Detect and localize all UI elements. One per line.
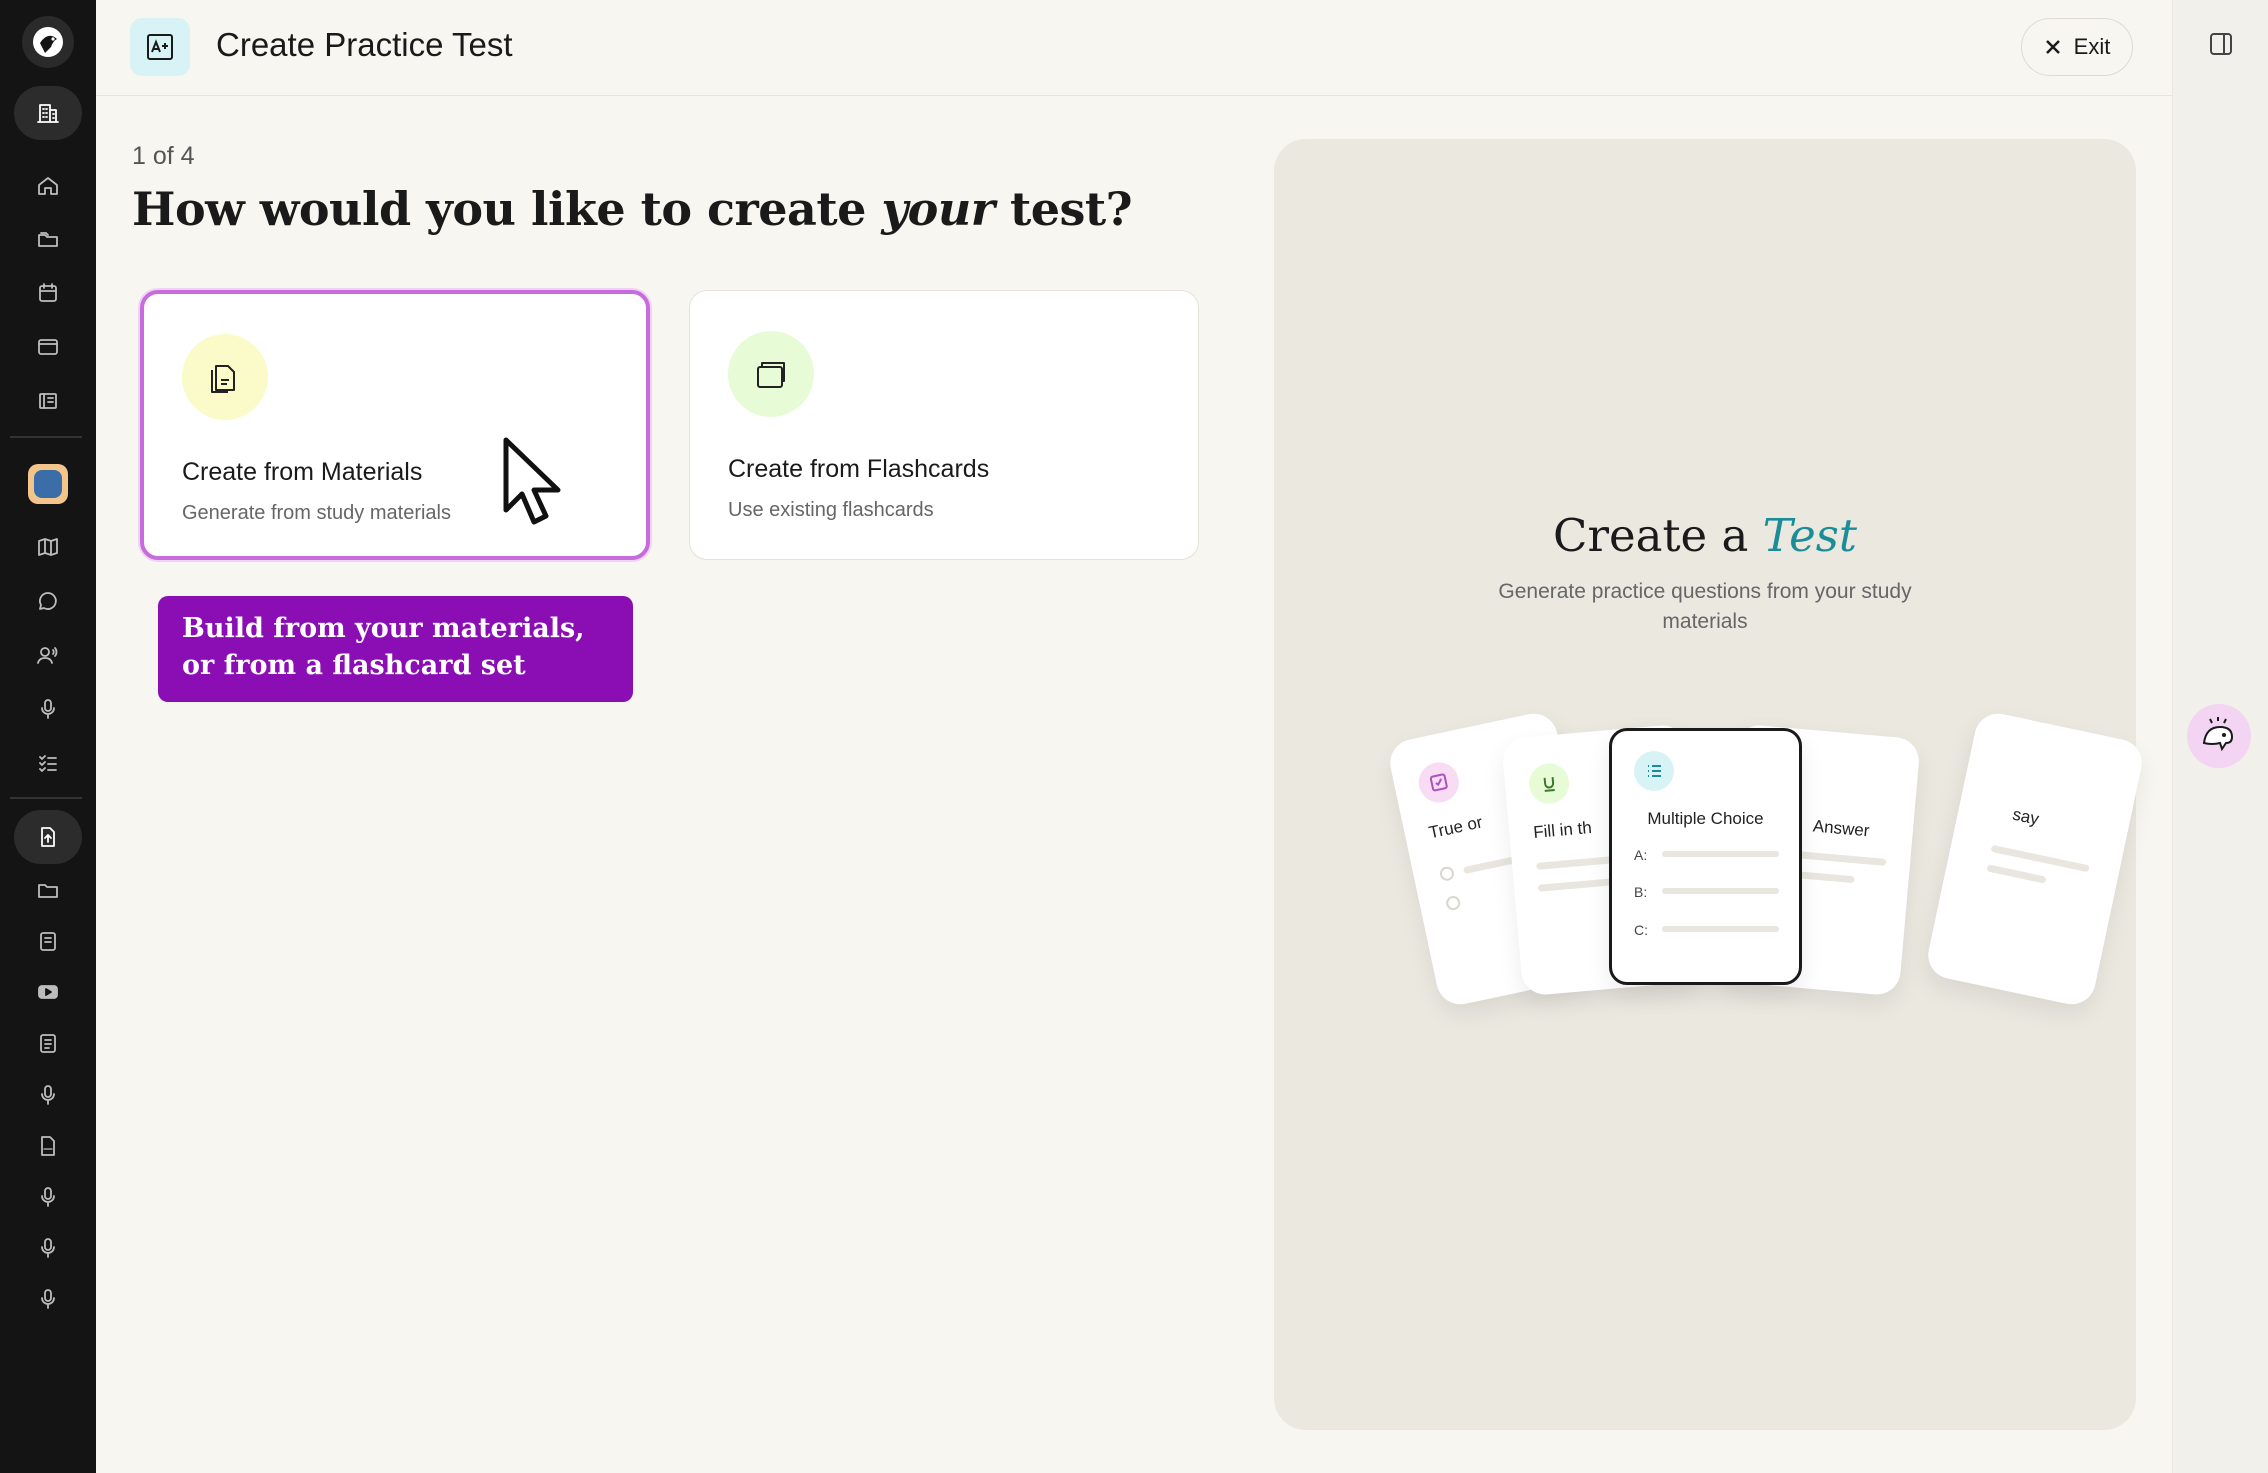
exit-label: Exit bbox=[2073, 34, 2111, 59]
option-title: Create from Materials bbox=[182, 458, 423, 486]
option-create-from-flashcards[interactable]: Create from Flashcards Use existing flas… bbox=[689, 290, 1199, 560]
sidebar-divider bbox=[10, 436, 82, 438]
voice-user-icon[interactable] bbox=[14, 628, 82, 682]
right-rail bbox=[2172, 0, 2268, 1473]
app-logo-icon[interactable] bbox=[22, 16, 74, 68]
organization-icon[interactable] bbox=[14, 86, 82, 140]
preview-title-emphasis: Test bbox=[1762, 509, 1857, 562]
close-icon bbox=[2045, 40, 2060, 54]
microphone-icon[interactable] bbox=[14, 1170, 82, 1224]
page-header: Create Practice Test Exit bbox=[96, 0, 2172, 96]
option-subtitle: Generate from study materials bbox=[182, 502, 451, 524]
option-subtitle: Use existing flashcards bbox=[728, 499, 934, 521]
document-icon[interactable] bbox=[14, 1016, 82, 1070]
line-placeholder bbox=[1662, 926, 1779, 932]
page-title: Create Practice Test bbox=[216, 26, 513, 63]
line-placeholder bbox=[1796, 851, 1887, 866]
mouse-pointer-icon bbox=[503, 437, 561, 525]
question-heading: How would you like to create your test? bbox=[132, 182, 1133, 236]
card-label: Multiple Choice bbox=[1647, 809, 1764, 828]
line-placeholder bbox=[1662, 851, 1779, 857]
preview-subtitle: Generate practice questions from your st… bbox=[1498, 580, 1912, 633]
choice-label: C: bbox=[1634, 922, 1648, 938]
library-icon[interactable] bbox=[14, 374, 82, 428]
list-icon bbox=[1634, 751, 1674, 791]
underline-icon bbox=[1527, 761, 1571, 806]
question-emphasis: your bbox=[881, 182, 995, 236]
app-shortcut-icon[interactable] bbox=[28, 464, 68, 504]
microphone-icon[interactable] bbox=[14, 1272, 82, 1326]
assistant-mascot-icon[interactable] bbox=[2187, 704, 2251, 768]
grade-icon bbox=[130, 18, 190, 76]
preview-panel: Create a Test Generate practice question… bbox=[1274, 139, 2147, 1430]
notes-icon[interactable] bbox=[14, 914, 82, 968]
checkbox-icon bbox=[1415, 758, 1463, 807]
flashcards-icon bbox=[728, 331, 814, 417]
card-label: say bbox=[2010, 804, 2041, 829]
coach-tooltip: Build from your materials, or from a fla… bbox=[158, 596, 633, 702]
checklist-icon[interactable] bbox=[14, 736, 82, 790]
line-placeholder bbox=[1794, 871, 1855, 884]
left-sidebar bbox=[0, 0, 96, 1473]
chat-icon[interactable] bbox=[14, 574, 82, 628]
preview-title-text: Create a bbox=[1553, 509, 1763, 562]
exit-button[interactable]: Exit bbox=[2021, 18, 2133, 76]
microphone-icon[interactable] bbox=[14, 682, 82, 736]
line-placeholder bbox=[1662, 888, 1779, 894]
upload-file-icon[interactable] bbox=[14, 810, 82, 864]
microphone-icon[interactable] bbox=[14, 1068, 82, 1122]
card-multiple-choice: Multiple Choice A: B: C: bbox=[1609, 728, 1802, 985]
question-text: How would you like to create bbox=[132, 182, 882, 236]
card-label: Answer bbox=[1812, 816, 1871, 841]
map-icon[interactable] bbox=[14, 520, 82, 574]
document-icon bbox=[182, 334, 268, 420]
preview-title: Create a Test bbox=[1274, 509, 2136, 562]
sidebar-divider bbox=[10, 797, 82, 799]
option-title: Create from Flashcards bbox=[728, 455, 990, 483]
microphone-icon[interactable] bbox=[14, 1221, 82, 1275]
radio-placeholder bbox=[1444, 894, 1462, 912]
browser-icon[interactable] bbox=[14, 320, 82, 374]
step-indicator: 1 of 4 bbox=[132, 142, 195, 170]
calendar-icon[interactable] bbox=[14, 266, 82, 320]
panel-toggle-icon[interactable] bbox=[2203, 26, 2239, 62]
home-icon[interactable] bbox=[14, 159, 82, 213]
youtube-icon[interactable] bbox=[14, 965, 82, 1019]
pdf-icon[interactable] bbox=[14, 1119, 82, 1173]
choice-label: A: bbox=[1634, 847, 1648, 863]
folders-icon[interactable] bbox=[14, 212, 82, 266]
card-label: True or bbox=[1427, 812, 1485, 843]
card-essay: say bbox=[1923, 709, 2147, 1009]
radio-placeholder bbox=[1438, 865, 1456, 883]
question-text-end: test? bbox=[994, 182, 1133, 236]
card-label: Fill in th bbox=[1532, 817, 1593, 843]
folder-icon[interactable] bbox=[14, 863, 82, 917]
choice-label: B: bbox=[1634, 884, 1648, 900]
line-placeholder bbox=[1986, 864, 2047, 884]
